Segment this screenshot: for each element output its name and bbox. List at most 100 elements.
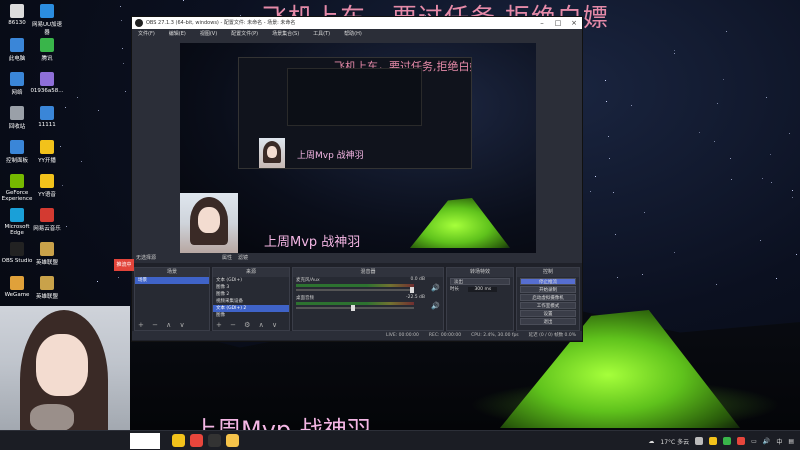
source-list-tools[interactable]: + − ⚙ ∧ ∨ (216, 321, 280, 329)
star (123, 63, 124, 64)
sources-dock: 来源 文本 (GDI+) 图像 3 图像 2 视频采集设备 文本 (GDI+) … (212, 267, 290, 331)
star (766, 97, 767, 98)
menu-tools[interactable]: 工具(T) (313, 29, 330, 40)
volume-icon[interactable]: 🔊 (763, 438, 770, 445)
desktop-shortcut-label: 86130 (8, 20, 26, 26)
source-item[interactable]: 图像 (213, 312, 289, 319)
fader-knob[interactable] (410, 287, 414, 293)
filters-button[interactable]: 滤镜 (238, 253, 248, 263)
menu-view[interactable]: 视图(V) (200, 29, 217, 40)
obs-preview-canvas[interactable]: 飞机上车，要过任务,拒绝白嫖 上周Mvp 战神羽 上周Mvp 战神羽 (180, 43, 536, 253)
obs-icon[interactable] (208, 434, 221, 447)
desktop-shortcut-label: 英雄联盟 (35, 260, 58, 266)
menu-scene-collection[interactable]: 场景集合(S) (272, 29, 299, 40)
speaker-icon[interactable]: 🔊 (431, 302, 440, 310)
desktop-shortcut[interactable]: Microsoft Edge (0, 208, 34, 236)
fader-knob[interactable] (351, 305, 355, 311)
obs-menu-bar: 文件(F) 编辑(E) 视图(V) 配置文件(P) 场景集合(S) 工具(T) … (132, 29, 582, 40)
desktop-shortcut[interactable]: 01936a58... (30, 72, 64, 94)
maximize-icon[interactable]: □ (550, 17, 566, 29)
star (608, 136, 609, 137)
desktop-shortcut[interactable]: 英雄联盟 (30, 242, 64, 266)
desktop-shortcut-label: YY语音 (38, 192, 56, 198)
desktop-shortcut[interactable]: 86130 (0, 4, 34, 26)
minimize-icon[interactable]: – (534, 17, 550, 29)
source-item[interactable]: 文本 (GDI+) (213, 277, 289, 284)
network-icon[interactable]: ▭ (751, 438, 757, 445)
source-item[interactable]: 图像 2 (213, 291, 289, 298)
live-indicator-tab[interactable]: 推流中 (114, 259, 134, 271)
weather-readout[interactable]: 17°C 多云 (660, 437, 689, 446)
menu-file[interactable]: 文件(F) (138, 29, 155, 40)
menu-edit[interactable]: 编辑(E) (169, 29, 186, 40)
desktop-shortcut[interactable]: 网络 (0, 72, 34, 96)
ime-icon[interactable]: 中 (776, 437, 782, 446)
desktop-shortcut[interactable]: 网易云音乐 (30, 208, 64, 232)
star (792, 190, 793, 191)
tray-app-icon[interactable] (723, 437, 732, 445)
sources-dock-title: 来源 (213, 268, 289, 277)
desktop-shortcut[interactable]: 英雄联盟 (30, 276, 64, 300)
rec-timer: REC: 00:00:00 (428, 333, 462, 338)
desktop-shortcut[interactable]: YY语音 (30, 174, 64, 198)
desktop-shortcut-label: YY开播 (38, 158, 56, 164)
source-item[interactable]: 图像 3 (213, 284, 289, 291)
close-icon[interactable]: × (566, 17, 582, 29)
properties-button[interactable]: 属性 (222, 253, 232, 263)
start-recording-button[interactable]: 开始录制 (520, 286, 576, 293)
obs-window: OBS 27.1.3 (64-bit, windows) - 配置文件: 未命名… (131, 16, 583, 342)
desktop-shortcut[interactable]: 腾讯 (30, 38, 64, 62)
tray-app-icon[interactable] (737, 437, 746, 445)
star (98, 110, 99, 111)
star (125, 91, 126, 92)
preview-mvp-text: 上周Mvp 战神羽 (264, 235, 361, 250)
taskbar-search-box[interactable] (130, 433, 160, 449)
star (118, 277, 119, 278)
notification-icon[interactable]: ▤ (788, 438, 794, 445)
desktop-shortcut[interactable]: 控制面板 (0, 140, 34, 164)
app-icon (10, 208, 24, 222)
settings-button[interactable]: 设置 (520, 310, 576, 317)
star (644, 212, 645, 213)
transition-type-select[interactable]: 淡出 (450, 278, 510, 285)
studio-mode-button[interactable]: 工作室模式 (520, 302, 576, 309)
desktop-shortcut[interactable]: 此电脑 (0, 38, 34, 62)
cpu-fps-readout: CPU: 2.4%, 30.00 fps (471, 333, 519, 338)
desktop-shortcut[interactable]: GeForce Experience (0, 174, 34, 202)
desktop-shortcut[interactable]: 11111 (30, 106, 64, 128)
source-item[interactable]: 文本 (GDI+) 2 (213, 305, 289, 312)
desktop-shortcut[interactable]: 回收站 (0, 106, 34, 130)
nested-mvp-text: 上周Mvp 战神羽 (297, 151, 364, 161)
menu-help[interactable]: 帮助(H) (344, 29, 362, 40)
star (714, 141, 715, 142)
yy-app-icon[interactable] (172, 434, 185, 447)
star (770, 154, 771, 155)
desktop-shortcut[interactable]: OBS Studio (0, 242, 34, 264)
desktop-shortcut[interactable]: YY开播 (30, 140, 64, 164)
desktop-shortcut-label: 网易UU加速器 (31, 22, 63, 36)
nested-webcam-feed (259, 138, 285, 168)
exit-button[interactable]: 退出 (520, 318, 576, 325)
scene-list-tools[interactable]: + − ∧ ∨ (138, 321, 188, 329)
weather-icon[interactable]: ☁ (648, 438, 654, 445)
speaker-icon[interactable]: 🔊 (431, 284, 440, 292)
tray-app-icon[interactable] (709, 437, 718, 445)
star (731, 179, 732, 180)
virtual-camera-button[interactable]: 启动虚拟摄像机 (520, 294, 576, 301)
tray-app-icon[interactable] (695, 437, 704, 445)
duration-input[interactable]: 300 ms (468, 287, 498, 292)
menu-profile[interactable]: 配置文件(P) (231, 29, 258, 40)
scene-item[interactable]: 场景 (135, 277, 209, 284)
stop-streaming-button[interactable]: 停止推流 (520, 278, 576, 285)
chrome-icon[interactable] (190, 434, 203, 447)
desktop-shortcut-label: Microsoft Edge (4, 224, 30, 236)
controls-dock-title: 控制 (517, 268, 579, 277)
desktop-shortcut[interactable]: WeGame (0, 276, 34, 298)
volume-fader[interactable] (296, 287, 414, 293)
source-item[interactable]: 视频采集设备 (213, 298, 289, 305)
volume-fader[interactable] (296, 305, 414, 311)
nested-preview-window: 飞机上车，要过任务,拒绝白嫖 上周Mvp 战神羽 (238, 57, 472, 169)
volume-meter (296, 284, 414, 287)
desktop-shortcut[interactable]: 网易UU加速器 (30, 4, 64, 36)
file-explorer-icon[interactable] (226, 434, 239, 447)
